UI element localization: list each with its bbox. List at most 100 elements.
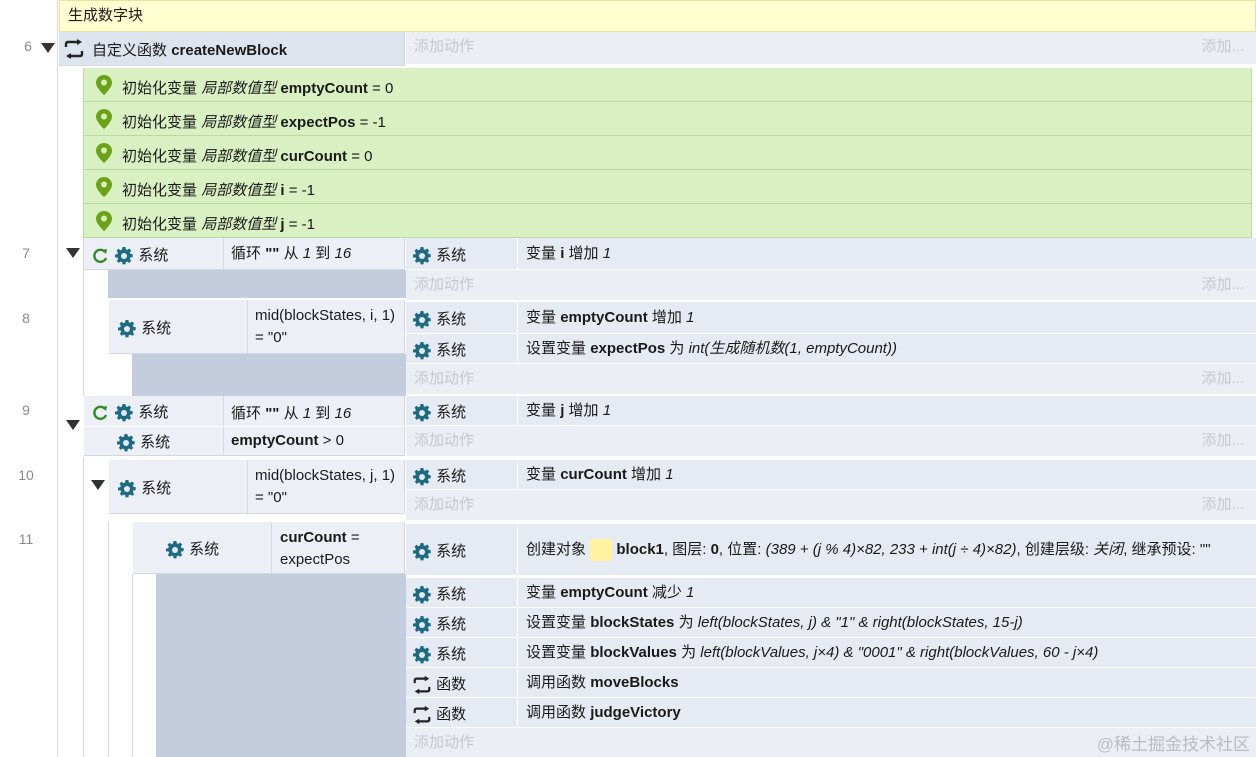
line-gutter	[0, 0, 58, 757]
local-variable-row[interactable]: 初始化变量 局部数值型 emptyCount = 0	[83, 68, 1252, 102]
line-number-11: 11	[18, 531, 34, 547]
action-j-increment[interactable]: 系统 变量 j 增加 1	[406, 396, 1256, 426]
action-call-judgevictory[interactable]: 函数 调用函数 judgeVictory	[406, 698, 1256, 728]
gear-icon	[115, 404, 133, 422]
mid-j-cells: 系统 mid(blockStates, j, 1) = "0"	[109, 460, 405, 514]
action-set-blockvalues[interactable]: 系统 设置变量 blockValues 为 left(blockValues, j…	[406, 638, 1256, 668]
action-text: 变量 emptyCount 增加 1	[526, 309, 695, 326]
action-text: 变量 j 增加 1	[526, 402, 612, 419]
action-text: 调用函数 judgeVictory	[526, 704, 681, 721]
line-number-7: 7	[22, 245, 30, 261]
add-action-row[interactable]: 添加动作 添加...	[406, 490, 1256, 520]
function-header[interactable]: 自定义函数 createNewBlock	[59, 32, 405, 66]
local-variables-block: 初始化变量 局部数值型 emptyCount = 0 初始化变量 局部数值型 ex…	[83, 68, 1252, 238]
add-action-row[interactable]: 添加动作 添加...	[406, 270, 1256, 300]
map-pin-icon	[96, 211, 112, 231]
system-cell: 系统	[116, 431, 170, 453]
column-divider	[223, 238, 224, 270]
gear-icon	[413, 586, 431, 604]
local-variable-text: 初始化变量 局部数值型 expectPos = -1	[122, 114, 386, 131]
gear-icon	[413, 311, 431, 329]
nest-line	[132, 574, 133, 757]
nest-line	[108, 522, 109, 757]
function-icon	[413, 675, 431, 695]
mid-i-cells: 系统 mid(blockStates, i, 1) = "0"	[109, 300, 405, 354]
collapse-toggle-icon[interactable]	[91, 480, 105, 490]
action-object-cell: 系统	[412, 339, 466, 361]
add-action-row[interactable]: 添加动作 添加...	[406, 426, 1256, 456]
gear-icon	[413, 543, 431, 561]
gear-icon	[117, 434, 135, 452]
event-comment[interactable]: 生成数字块	[59, 0, 1256, 32]
local-variable-row[interactable]: 初始化变量 局部数值型 expectPos = -1	[83, 102, 1252, 136]
system-cell: 系统	[117, 317, 171, 339]
loop-arrow-icon	[93, 248, 108, 264]
action-text: 变量 i 增加 1	[526, 245, 612, 262]
nest-line	[83, 458, 84, 757]
add-action-row[interactable]: 添加动作 添加...	[406, 32, 1256, 64]
action-create-object[interactable]: 系统 创建对象 block1, 图层: 0, 位置: (389 + (j % 4)…	[406, 524, 1256, 576]
system-cell: 系统	[165, 538, 219, 560]
action-text: 设置变量 blockStates 为 left(blockStates, j) …	[526, 614, 1023, 631]
action-emptycount-increment[interactable]: 系统 变量 emptyCount 增加 1	[406, 302, 1256, 334]
condition-expression: mid(blockStates, i, 1) = "0"	[255, 307, 396, 346]
local-variable-row[interactable]: 初始化变量 局部数值型 i = -1	[83, 170, 1252, 204]
add-action-row[interactable]: 添加动作 添加...	[406, 364, 1256, 394]
map-pin-icon	[96, 143, 112, 163]
collapse-toggle-icon[interactable]	[66, 248, 80, 258]
local-variable-row[interactable]: 初始化变量 局部数值型 j = -1	[83, 204, 1252, 238]
watermark: @稀土掘金技术社区	[1096, 735, 1250, 754]
action-object-cell: 函数	[412, 703, 466, 725]
action-object-cell: 系统	[412, 540, 466, 562]
gear-icon	[115, 247, 133, 265]
system-cell: 系统	[117, 477, 171, 499]
gear-icon	[413, 616, 431, 634]
add-action-label: 添加动作	[414, 38, 475, 55]
local-variable-row[interactable]: 初始化变量 局部数值型 curCount = 0	[83, 136, 1252, 170]
action-object-cell: 系统	[412, 643, 466, 665]
gear-icon	[413, 404, 431, 422]
function-loop-icon	[64, 39, 84, 59]
action-text: 调用函数 moveBlocks	[526, 674, 679, 691]
action-text: 变量 curCount 增加 1	[526, 466, 674, 483]
gear-icon	[118, 480, 136, 498]
local-variable-text: 初始化变量 局部数值型 emptyCount = 0	[122, 80, 394, 97]
collapse-toggle-icon[interactable]	[66, 420, 80, 430]
gear-icon	[118, 320, 136, 338]
action-text: 变量 emptyCount 减少 1	[526, 584, 695, 601]
column-divider	[247, 460, 248, 514]
collapse-toggle-icon[interactable]	[41, 43, 55, 53]
gear-icon	[166, 541, 184, 559]
add-short-label: 添加...	[1201, 38, 1244, 55]
action-call-moveblocks[interactable]: 函数 调用函数 moveBlocks	[406, 668, 1256, 698]
action-i-increment[interactable]: 系统 变量 i 增加 1	[406, 238, 1256, 270]
empty-count-condition: emptyCount > 0	[231, 432, 344, 449]
map-pin-icon	[96, 75, 112, 95]
condition-expression: mid(blockStates, j, 1) = "0"	[255, 467, 396, 506]
condition-expression: 循环 "" 从 1 到 16	[231, 245, 352, 262]
action-text: 设置变量 expectPos 为 int(生成随机数(1, emptyCount…	[526, 340, 897, 357]
action-object-cell: 系统	[412, 308, 466, 330]
action-emptycount-decrement[interactable]: 系统 变量 emptyCount 减少 1	[406, 578, 1256, 608]
line-number-9: 9	[22, 402, 30, 418]
action-object-cell: 系统	[412, 401, 466, 423]
gear-icon	[413, 247, 431, 265]
column-divider	[247, 300, 248, 354]
action-text: 设置变量 blockValues 为 left(blockValues, j×4…	[526, 644, 1099, 661]
local-variable-text: 初始化变量 局部数值型 i = -1	[122, 182, 315, 199]
action-set-expectpos[interactable]: 系统 设置变量 expectPos 为 int(生成随机数(1, emptyCou…	[406, 334, 1256, 364]
action-set-blockstates[interactable]: 系统 设置变量 blockStates 为 left(blockStates, j…	[406, 608, 1256, 638]
loop-i-cells: 系统 循环 "" 从 1 到 16	[84, 238, 405, 270]
comment-text: 生成数字块	[68, 7, 144, 24]
line-number-8: 8	[22, 310, 30, 326]
gear-icon	[413, 342, 431, 360]
function-icon	[413, 705, 431, 725]
map-pin-icon	[96, 109, 112, 129]
loop-j-cells: 系统 循环 "" 从 1 到 16 系统 emptyCount > 0	[84, 396, 405, 456]
action-object-cell: 系统	[412, 583, 466, 605]
loop-arrow-icon	[93, 405, 108, 421]
action-object-cell: 系统	[412, 244, 466, 266]
condition-fill	[156, 574, 406, 757]
action-object-cell: 函数	[412, 673, 466, 695]
action-curcount-increment[interactable]: 系统 变量 curCount 增加 1	[406, 460, 1256, 490]
